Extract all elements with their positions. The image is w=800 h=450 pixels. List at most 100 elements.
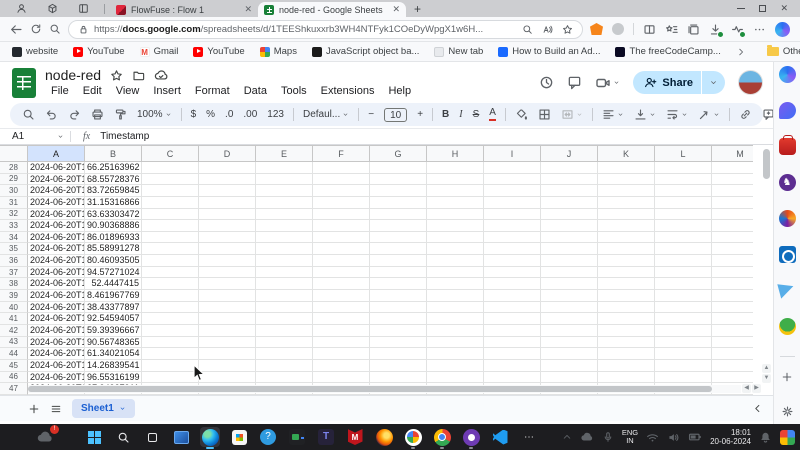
cell-D31[interactable]: [199, 197, 256, 209]
column-header-A[interactable]: A: [28, 145, 85, 162]
cell-I38[interactable]: [484, 278, 541, 290]
cell-E43[interactable]: [256, 337, 313, 349]
cell-E32[interactable]: [256, 209, 313, 221]
cell-J29[interactable]: [541, 174, 598, 186]
cell-H41[interactable]: [427, 313, 484, 325]
cell-K30[interactable]: [598, 185, 655, 197]
cell-F37[interactable]: [313, 267, 370, 279]
cell-H28[interactable]: [427, 162, 484, 174]
tab-flowfuse[interactable]: FlowFuse : Flow 1 ✕: [110, 2, 258, 17]
cell-K31[interactable]: [598, 197, 655, 209]
taskbar-meet-icon[interactable]: [287, 427, 307, 447]
cell-K33[interactable]: [598, 220, 655, 232]
sheet-tab-caret-icon[interactable]: [119, 405, 126, 412]
copilot-icon[interactable]: [775, 22, 790, 37]
cell-A31[interactable]: 2024-06-20T12:2: [28, 197, 85, 209]
taskbar-desktop-icon[interactable]: [171, 427, 191, 447]
cell-H40[interactable]: [427, 302, 484, 314]
cell-A46[interactable]: 2024-06-20T12:2: [28, 372, 85, 384]
microphone-icon[interactable]: [602, 431, 614, 443]
bookmark-youtube[interactable]: YouTube: [193, 46, 244, 57]
cell-G33[interactable]: [370, 220, 427, 232]
sidebar-toolbox-icon[interactable]: [779, 138, 796, 155]
undo-button[interactable]: [41, 106, 62, 123]
cell-E35[interactable]: [256, 243, 313, 255]
cell-G46[interactable]: [370, 372, 427, 384]
menu-file[interactable]: File: [45, 84, 75, 98]
cell-D42[interactable]: [199, 325, 256, 337]
cell-E29[interactable]: [256, 174, 313, 186]
cell-E42[interactable]: [256, 325, 313, 337]
cell-H42[interactable]: [427, 325, 484, 337]
column-header-J[interactable]: J: [541, 145, 598, 162]
cell-G35[interactable]: [370, 243, 427, 255]
row-header-42[interactable]: 42: [0, 325, 28, 337]
cell-I46[interactable]: [484, 372, 541, 384]
cell-C35[interactable]: [142, 243, 199, 255]
bookmark-youtube[interactable]: YouTube: [73, 46, 124, 57]
row-header-43[interactable]: 43: [0, 337, 28, 349]
cell-B35[interactable]: 85.58991278: [85, 243, 142, 255]
cell-H37[interactable]: [427, 267, 484, 279]
scroll-left-arrow[interactable]: ◀: [742, 384, 751, 393]
cell-H46[interactable]: [427, 372, 484, 384]
cell-M33[interactable]: [712, 220, 753, 232]
row-header-34[interactable]: 34: [0, 232, 28, 244]
cell-J31[interactable]: [541, 197, 598, 209]
cell-L32[interactable]: [655, 209, 712, 221]
cell-M35[interactable]: [712, 243, 753, 255]
collections-icon[interactable]: [687, 23, 700, 36]
cell-K37[interactable]: [598, 267, 655, 279]
cell-L28[interactable]: [655, 162, 712, 174]
cell-A35[interactable]: 2024-06-20T12:2: [28, 243, 85, 255]
taskbar-vscode-icon[interactable]: [490, 427, 510, 447]
font-size-input-button[interactable]: 10: [380, 106, 411, 123]
cell-M40[interactable]: [712, 302, 753, 314]
cell-A32[interactable]: 2024-06-20T12:2: [28, 209, 85, 221]
cell-L30[interactable]: [655, 185, 712, 197]
cell-A45[interactable]: 2024-06-20T12:2: [28, 360, 85, 372]
cell-M29[interactable]: [712, 174, 753, 186]
minimize-button[interactable]: [737, 8, 745, 9]
cell-E46[interactable]: [256, 372, 313, 384]
cell-A30[interactable]: 2024-06-20T12:2: [28, 185, 85, 197]
side-panel-toggle-icon[interactable]: [752, 403, 763, 414]
taskbar-search-icon[interactable]: [113, 427, 133, 447]
cell-F28[interactable]: [313, 162, 370, 174]
row-header-38[interactable]: 38: [0, 278, 28, 290]
formula-input[interactable]: Timestamp: [100, 131, 149, 142]
sidebar-outlook-icon[interactable]: [779, 246, 796, 263]
column-header-E[interactable]: E: [256, 145, 313, 162]
cell-I33[interactable]: [484, 220, 541, 232]
cell-E37[interactable]: [256, 267, 313, 279]
cell-D46[interactable]: [199, 372, 256, 384]
favorites-icon[interactable]: [665, 23, 678, 36]
cell-F41[interactable]: [313, 313, 370, 325]
cell-F30[interactable]: [313, 185, 370, 197]
new-tab-button[interactable]: +: [414, 3, 421, 15]
row-header-47[interactable]: 47: [0, 383, 28, 395]
taskbar-mcafee-icon[interactable]: M: [345, 427, 365, 447]
cell-L35[interactable]: [655, 243, 712, 255]
zoom-select-button[interactable]: 100%: [133, 106, 176, 123]
all-sheets-icon[interactable]: [50, 403, 62, 415]
cell-K35[interactable]: [598, 243, 655, 255]
share-button[interactable]: Share: [633, 71, 725, 94]
cell-B46[interactable]: 96.55316199: [85, 372, 142, 384]
downloads-icon[interactable]: [709, 23, 722, 36]
cell-M44[interactable]: [712, 348, 753, 360]
cell-I35[interactable]: [484, 243, 541, 255]
cell-G32[interactable]: [370, 209, 427, 221]
search-icon[interactable]: [49, 23, 61, 35]
row-header-46[interactable]: 46: [0, 372, 28, 384]
cell-M28[interactable]: [712, 162, 753, 174]
cell-B29[interactable]: 68.55728376: [85, 174, 142, 186]
decrease-font-size-button[interactable]: −: [364, 106, 378, 123]
cell-K29[interactable]: [598, 174, 655, 186]
cell-B31[interactable]: 31.15316866: [85, 197, 142, 209]
tab-actions-icon[interactable]: [73, 3, 94, 14]
lock-icon[interactable]: [78, 24, 89, 35]
merge-cells-button[interactable]: [557, 106, 587, 123]
text-color-button[interactable]: A: [485, 106, 500, 123]
cell-D32[interactable]: [199, 209, 256, 221]
